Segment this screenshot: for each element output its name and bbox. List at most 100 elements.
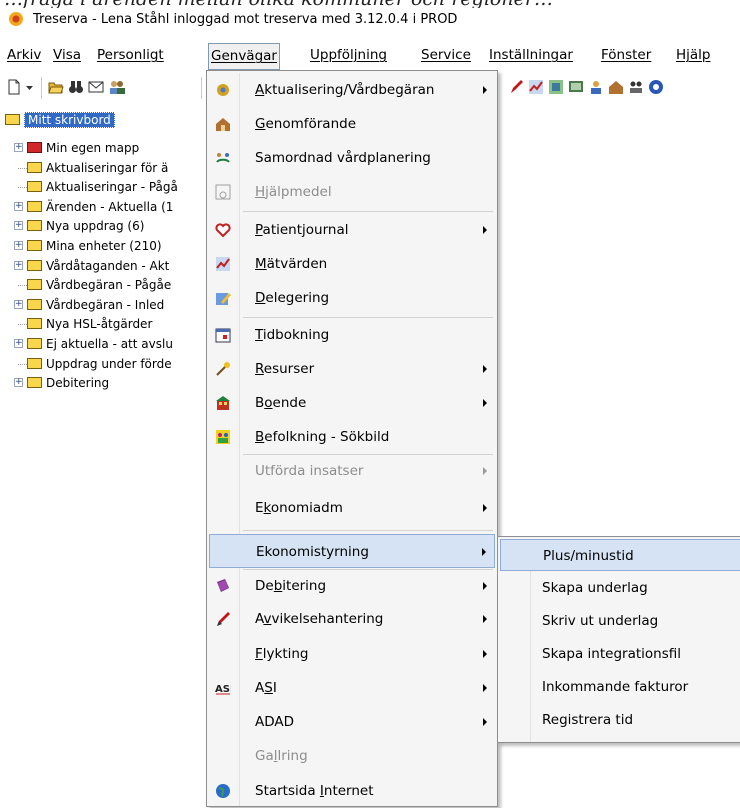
submenu-item-skapa-integrationsfil[interactable]: Skapa integrationsfil <box>500 638 740 670</box>
population-icon <box>215 429 231 445</box>
tree-item-label: Vårdbegäran - Pågåe <box>46 278 172 292</box>
menu-item-label: Samordnad vårdplanering <box>255 150 431 166</box>
menu-item-label: Aktualisering/Vårdbegäran <box>255 82 435 98</box>
tree-item-label: Aktualiseringar för ä <box>46 161 169 175</box>
submenu-arrow-icon <box>483 615 487 623</box>
submenu-item-registrera-tid[interactable]: Registrera tid <box>500 704 740 736</box>
menu-fonster[interactable]: Fönster <box>601 47 651 63</box>
expand-icon[interactable]: + <box>14 339 23 348</box>
expand-icon[interactable]: + <box>14 261 23 270</box>
menu-item-samordnad-vardplanering[interactable]: Samordnad vårdplanering <box>209 141 495 175</box>
folder-icon <box>27 220 42 231</box>
menu-item-genomforande[interactable]: Genomförande <box>209 107 495 141</box>
menu-item-boende[interactable]: Boende <box>209 386 495 420</box>
wand-icon <box>215 361 231 377</box>
person-icon[interactable] <box>588 79 604 95</box>
menu-service[interactable]: Service <box>421 47 471 63</box>
menu-item-resurser[interactable]: Resurser <box>209 352 495 386</box>
menu-item-flykting[interactable]: Flykting <box>209 637 495 671</box>
tree-item[interactable]: + Min egen mapp <box>14 139 139 157</box>
tree-connector <box>18 324 27 325</box>
submenu-arrow-icon <box>483 365 487 373</box>
tree-connector <box>18 187 27 188</box>
menu-item-tidbokning[interactable]: Tidbokning <box>209 318 495 352</box>
menu-item-startsida-internet[interactable]: Startsida Internet <box>209 774 495 808</box>
submenu-item-label: Skapa integrationsfil <box>542 646 682 662</box>
tree-item[interactable]: Aktualiseringar - Pågå <box>14 178 178 196</box>
submenu-item-skriv-ut-underlag[interactable]: Skriv ut underlag <box>500 605 740 637</box>
menu-item-debitering[interactable]: Debitering <box>209 569 495 603</box>
submenu-arrow-icon <box>483 684 487 692</box>
menu-item-avvikelsehantering[interactable]: Avvikelsehantering <box>209 602 495 636</box>
people-group-icon[interactable] <box>628 79 644 95</box>
building-icon <box>215 395 231 411</box>
tree-item[interactable]: + Vårdåtaganden - Akt <box>14 257 169 275</box>
folder-icon <box>27 181 42 192</box>
folder-icon <box>27 358 42 369</box>
info-icon[interactable] <box>648 79 664 95</box>
menu-item-patientjournal[interactable]: Patientjournal <box>209 213 495 247</box>
globe-icon <box>215 783 231 799</box>
wheelchair-icon <box>215 184 231 200</box>
tree-item[interactable]: + Nya uppdrag (6) <box>14 217 144 235</box>
menu-item-adad[interactable]: ADAD <box>209 705 495 739</box>
tree-item[interactable]: + Ej aktuella - att avslu <box>14 335 173 353</box>
tree-item[interactable]: Aktualiseringar för ä <box>14 159 168 177</box>
screen-icon[interactable] <box>568 79 584 95</box>
menu-item-label: Delegering <box>255 290 330 306</box>
asi-icon: ASI <box>215 680 234 696</box>
menu-item-delegering[interactable]: Delegering <box>209 281 495 315</box>
tree-item[interactable]: Vårdbegäran - Pågåe <box>14 276 171 294</box>
tree-item[interactable]: + Debitering <box>14 374 109 392</box>
menu-item-asi[interactable]: ASI ASI <box>209 671 495 705</box>
chart-icon[interactable] <box>528 79 544 95</box>
submenu-arrow-icon <box>483 718 487 726</box>
menu-item-befolkning-sokbild[interactable]: Befolkning - Sökbild <box>209 420 495 454</box>
menu-installningar[interactable]: Inställningar <box>489 47 573 63</box>
expand-icon[interactable]: + <box>14 221 23 230</box>
tree-item[interactable]: Uppdrag under förde <box>14 355 172 373</box>
menu-item-label: Mätvärden <box>255 256 328 272</box>
gear-icon <box>215 82 231 98</box>
red-pen-icon[interactable] <box>508 79 524 95</box>
menu-item-label: Startsida Internet <box>255 783 374 799</box>
tree-items: + Min egen mapp Aktualiseringar för ä Aktua… <box>0 0 206 805</box>
expand-icon[interactable]: + <box>14 202 23 211</box>
menu-item-ekonomiadm[interactable]: Ekonomiadm <box>209 491 495 525</box>
submenu-arrow-icon <box>483 226 487 234</box>
submenu-item-label: Skriv ut underlag <box>542 613 659 629</box>
menu-item-ekonomistyrning[interactable]: Ekonomistyrning <box>209 534 495 568</box>
submenu-item-skapa-underlag[interactable]: Skapa underlag <box>500 572 740 604</box>
house-icon[interactable] <box>608 79 624 95</box>
tree-item[interactable]: + Ärenden - Aktuella (1 <box>14 198 173 216</box>
house-icon <box>215 116 231 132</box>
tree-item[interactable]: + Mina enheter (210) <box>14 237 162 255</box>
tree-item-label: Vårdåtaganden - Akt <box>46 259 170 273</box>
submenu-arrow-icon <box>483 86 487 94</box>
tree-item-label: Aktualiseringar - Pågå <box>46 180 178 194</box>
submenu-item-plus-minustid[interactable]: Plus/minustid <box>500 539 740 571</box>
submenu-item-inkommande-fakturor[interactable]: Inkommande fakturor <box>500 671 740 703</box>
menu-item-matvarden[interactable]: Mätvärden <box>209 247 495 281</box>
submenu-arrow-icon <box>483 650 487 658</box>
tree-item[interactable]: Nya HSL-åtgärder <box>14 315 152 333</box>
tools-icon[interactable] <box>548 79 564 95</box>
expand-icon[interactable]: + <box>14 241 23 250</box>
menu-uppfoljning[interactable]: Uppföljning <box>310 47 387 63</box>
folder-icon <box>27 260 42 271</box>
expand-icon[interactable]: + <box>14 143 23 152</box>
menu-item-label: Befolkning - Sökbild <box>255 429 390 445</box>
menu-item-gallring: Gallring <box>209 739 495 773</box>
tree-item-label: Vårdbegäran - Inled <box>46 298 165 312</box>
submenu-arrow-icon <box>483 467 487 475</box>
menu-genvagar[interactable]: Genvägar <box>208 43 280 70</box>
tree-item[interactable]: + Vårdbegäran - Inled <box>14 296 164 314</box>
tree-connector <box>18 364 27 365</box>
expand-icon[interactable]: + <box>14 300 23 309</box>
menu-item-label: Debitering <box>255 578 327 594</box>
menu-hjalp[interactable]: Hjälp <box>676 47 711 63</box>
menu-item-label: Boende <box>255 395 307 411</box>
expand-icon[interactable]: + <box>14 378 23 387</box>
menu-item-aktualisering-vardbegaran[interactable]: Aktualisering/Vårdbegäran <box>209 73 495 107</box>
submenu-arrow-icon <box>483 504 487 512</box>
